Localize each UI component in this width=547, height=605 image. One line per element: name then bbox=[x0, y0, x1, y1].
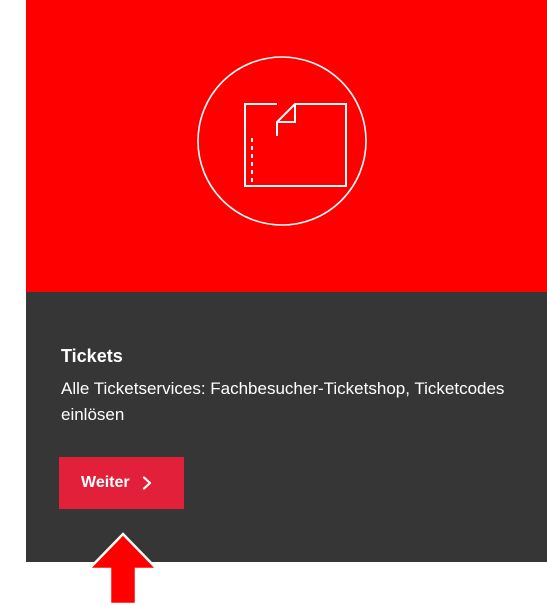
weiter-button-label: Weiter bbox=[81, 474, 130, 491]
tile-description: Alle Ticketservices: Fachbesucher-Ticket… bbox=[61, 379, 505, 424]
weiter-button[interactable]: Weiter bbox=[59, 457, 184, 509]
page: Tickets Alle Ticketservices: Fachbesuche… bbox=[0, 0, 547, 605]
tile-title: Tickets bbox=[61, 346, 123, 366]
up-arrow-pointer-icon bbox=[86, 532, 160, 605]
chevron-right-icon bbox=[142, 476, 151, 490]
tile-card: Tickets Alle Ticketservices: Fachbesuche… bbox=[26, 292, 547, 562]
